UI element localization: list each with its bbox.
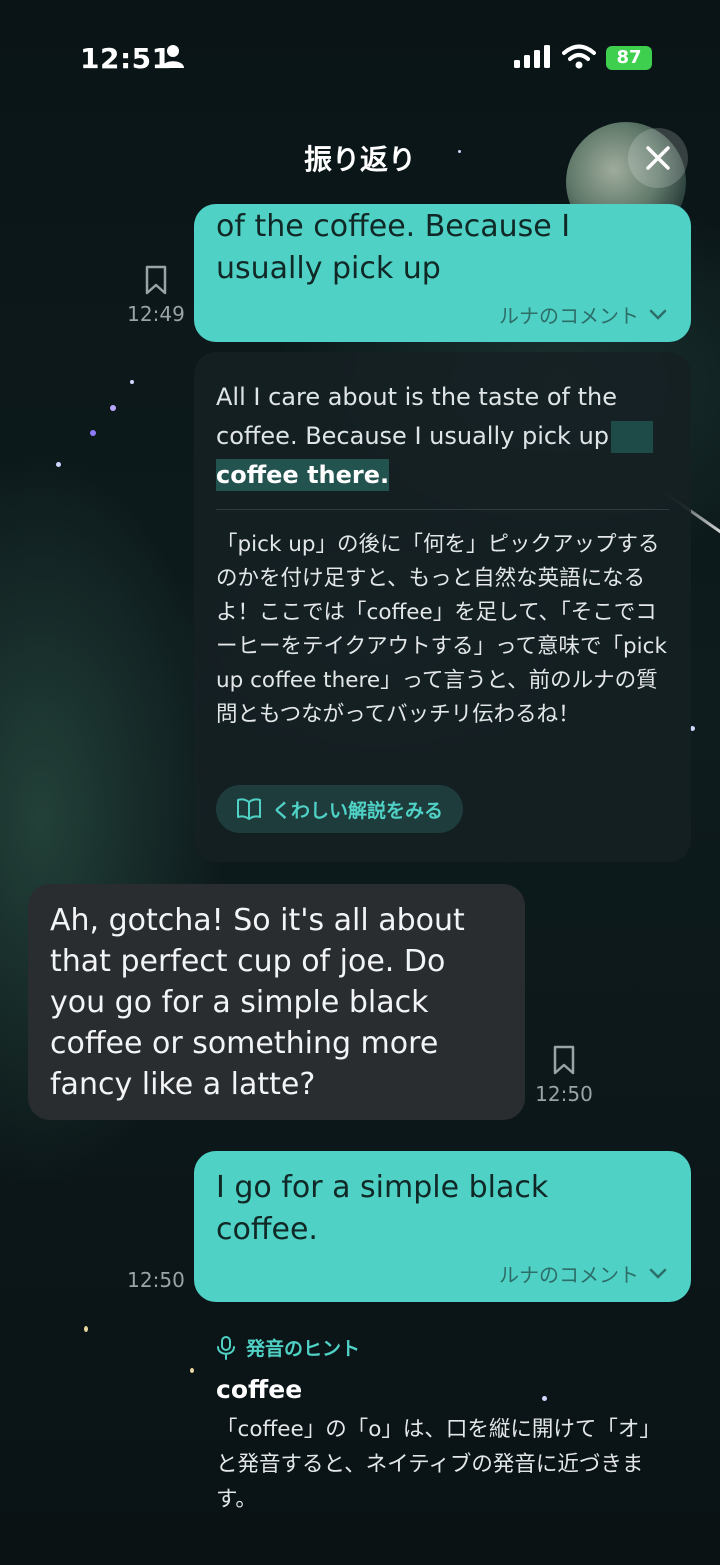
wifi-icon [562, 44, 596, 69]
detail-explanation-button[interactable]: くわしい解説をみる [216, 785, 464, 833]
star [56, 462, 61, 467]
bookmark-icon[interactable] [144, 264, 168, 296]
signal-icon [514, 45, 550, 68]
ai-message-text: Ah, gotcha! So it's all about that perfe… [50, 903, 465, 1102]
pronunciation-hint: 発音のヒント coffee 「coffee」の「o」は、口を縦に開けて「オ」と発… [216, 1334, 676, 1517]
chevron-down-icon [649, 309, 667, 320]
message-meta: 12:50 [532, 1044, 596, 1106]
hint-word: coffee [216, 1375, 303, 1404]
hint-body: 「coffee」の「o」は、口を縦に開けて「オ」と発音すると、ネイティブの発音に… [216, 1417, 661, 1512]
luna-feedback-card: All I care about is the taste of the cof… [194, 352, 691, 862]
star [190, 1368, 194, 1373]
user-message-text: of the coffee. Because I usually pick up [216, 209, 571, 286]
user-message-bubble: I go for a simple black coffee. ルナのコメント [194, 1151, 691, 1302]
luna-comment-label: ルナのコメント [499, 1263, 639, 1287]
feedback-explanation: 「pick up」の後に「何を」ピックアップするのかを付け足すと、もっと自然な英… [216, 532, 667, 727]
battery-indicator: 87 [606, 46, 652, 70]
book-icon [237, 798, 261, 820]
hint-label: 発音のヒント [246, 1338, 361, 1360]
hint-header: 発音のヒント [216, 1334, 676, 1361]
ai-message-bubble: Ah, gotcha! So it's all about that perfe… [28, 884, 525, 1120]
close-icon [646, 146, 670, 170]
microphone-icon [217, 1335, 235, 1360]
page-title: 振り返り [303, 143, 416, 176]
detail-button-label: くわしい解説をみる [272, 799, 444, 822]
close-button[interactable] [628, 128, 688, 188]
star [130, 380, 134, 384]
corrected-sentence: All I care about is the taste of the cof… [216, 378, 669, 495]
chevron-down-icon [649, 1268, 667, 1279]
bookmark-icon[interactable] [552, 1044, 576, 1076]
user-message-text: I go for a simple black coffee. [216, 1170, 549, 1247]
status-time: 12:51 [80, 42, 172, 75]
star [90, 430, 96, 436]
message-meta: 12:49 [124, 264, 188, 326]
divider [216, 509, 669, 510]
corrected-prefix: All I care about is the taste of the cof… [216, 383, 617, 450]
luna-comment-toggle[interactable]: ルナのコメント [499, 300, 667, 329]
message-time: 12:50 [535, 1082, 593, 1106]
message-time: 12:49 [127, 302, 185, 326]
person-icon [162, 45, 184, 68]
status-bar: 12:51 87 [0, 0, 720, 110]
luna-comment-label: ルナのコメント [499, 304, 639, 328]
corrected-addition: coffee there. [216, 459, 390, 491]
star [110, 405, 116, 411]
message-time: 12:50 [127, 1268, 185, 1292]
luna-comment-toggle[interactable]: ルナのコメント [499, 1259, 667, 1288]
inserted-marker [611, 421, 654, 453]
star [84, 1326, 88, 1332]
user-message-bubble: of the coffee. Because I usually pick up… [194, 204, 691, 342]
